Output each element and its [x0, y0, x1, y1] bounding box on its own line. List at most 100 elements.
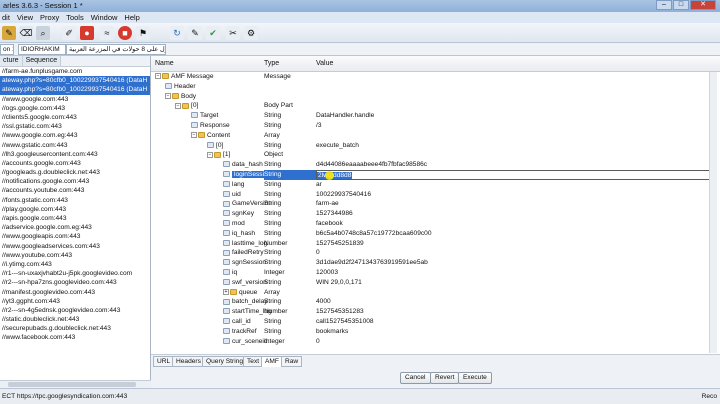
url-list-item[interactable]: //r2---sn-4g5ednsk.googlevideo.com:443 [0, 306, 150, 315]
column-value[interactable]: Value [316, 60, 333, 67]
expand-icon[interactable]: + [223, 288, 229, 295]
tree-row[interactable]: Target String DataHandler.handle [151, 111, 717, 121]
tree-row[interactable]: Response String/3 [151, 121, 717, 131]
url-list-item[interactable]: //www.gstatic.com:443 [0, 141, 150, 150]
url-list-item[interactable]: //farm-ae.funplusgame.com [0, 67, 150, 76]
tree-row[interactable]: loginSession String 2lwqjdd8d8 [151, 169, 717, 180]
tree-row[interactable]: uid String 100229937540416 [151, 190, 717, 200]
url-list-item[interactable]: //i.ytimg.com:443 [0, 260, 150, 269]
url-list-item[interactable]: //clients5.google.com:443 [0, 113, 150, 122]
menu-tools[interactable]: Tools [66, 12, 84, 23]
tab-session-idiorhakim[interactable]: IDIORHAKIM [18, 44, 66, 55]
url-list-item[interactable]: //apis.google.com:443 [0, 214, 150, 223]
edit-icon[interactable]: ✎ [188, 26, 202, 40]
tree-row[interactable]: − Body [151, 92, 717, 102]
search-icon[interactable]: ⌕ [36, 26, 50, 40]
url-list-item[interactable]: //googleads.g.doubleclick.net:443 [0, 168, 150, 177]
menu-view[interactable]: View [17, 12, 33, 23]
breakpoint-icon[interactable]: ⚑ [136, 26, 150, 40]
menu-help[interactable]: Help [124, 12, 139, 23]
tree-row[interactable]: lang String ar [151, 180, 717, 190]
tree-row[interactable]: cur_sceneid Integer 0 [151, 337, 717, 347]
tab-amf[interactable]: AMF [261, 356, 283, 367]
tab-headers[interactable]: Headers [172, 356, 205, 367]
url-list-item[interactable]: //notifications.google.com:443 [0, 177, 150, 186]
throttle-icon[interactable]: ≈ [100, 26, 114, 40]
tab-raw[interactable]: Raw [281, 356, 303, 367]
pen-icon[interactable]: ✐ [62, 26, 76, 40]
url-list-item[interactable]: //adservice.google.com.eg:443 [0, 223, 150, 232]
collapse-icon[interactable]: − [165, 92, 171, 99]
collapse-icon[interactable]: − [155, 73, 161, 80]
url-list-item[interactable]: //securepubads.g.doubleclick.net:443 [0, 324, 150, 333]
tree-row[interactable]: lasttime_log Number 1527545251839 [151, 239, 717, 249]
url-list-item[interactable]: //fonts.gstatic.com:443 [0, 196, 150, 205]
check-icon[interactable]: ✔ [206, 26, 220, 40]
cancel-button[interactable]: Cancel [400, 372, 431, 384]
revert-button[interactable]: Revert [430, 372, 460, 384]
execute-button[interactable]: Execute [458, 372, 492, 384]
collapse-icon[interactable]: − [207, 151, 213, 158]
tree-row[interactable]: mod String facebook [151, 219, 717, 229]
stop-icon[interactable]: ■ [118, 26, 132, 40]
url-list-item[interactable]: //manifest.googlevideo.com:443 [0, 288, 150, 297]
gear-icon[interactable]: ⚙ [244, 26, 258, 40]
tools-icon[interactable]: ✂ [226, 26, 240, 40]
tab-structure[interactable]: cture [0, 56, 23, 66]
tree-row[interactable]: failedRetry String 0 [151, 248, 717, 258]
tab-query-string[interactable]: Query String [202, 356, 248, 367]
tab-session-1[interactable]: on 1 [0, 44, 14, 55]
url-list-item[interactable]: //www.googleapis.com:443 [0, 232, 150, 241]
tree-row[interactable]: batch_delay String 4000 [151, 297, 717, 307]
menu-window[interactable]: Window [91, 12, 118, 23]
url-list-item[interactable]: //r1---sn-uxaxjvhabt2u-j5pk.googlevideo.… [0, 269, 150, 278]
refresh-icon[interactable]: ↻ [170, 26, 184, 40]
menu-proxy[interactable]: Proxy [40, 12, 59, 23]
maximize-button[interactable]: □ [673, 0, 689, 10]
tree-row[interactable]: sgnSession String 3d1dae9d2f24713437639195… [151, 258, 717, 268]
horizontal-scrollbar[interactable] [0, 380, 151, 388]
url-list-item[interactable]: //ogs.google.com:443 [0, 104, 150, 113]
url-list-item[interactable]: //play.google.com:443 [0, 205, 150, 214]
tree-row[interactable]: − [1] Object [151, 150, 717, 160]
url-list-item[interactable]: //www.googleadservices.com:443 [0, 242, 150, 251]
menu-edit[interactable]: dit [2, 12, 10, 23]
tree-row[interactable]: + queue Array [151, 288, 717, 298]
tree-row[interactable]: GameVersion String farm-ae [151, 199, 717, 209]
tree-row[interactable]: data_hash String d4d44086eaaaabeee4fb7fbfa… [151, 160, 717, 170]
url-list-item[interactable]: //accounts.youtube.com:443 [0, 186, 150, 195]
close-button[interactable]: ✕ [690, 0, 716, 10]
tree-row[interactable]: swf_version String WIN 29,0,0,171 [151, 278, 717, 288]
url-list-item[interactable]: //lh3.googleusercontent.com:443 [0, 150, 150, 159]
column-type[interactable]: Type [264, 60, 279, 67]
url-list-item[interactable]: //accounts.google.com:443 [0, 159, 150, 168]
tree-row[interactable]: − [0] Body Part [151, 101, 717, 111]
tab-session-arabic[interactable]: ابواء الذات كلا والحصول على 8 حولات في ا… [66, 44, 166, 55]
tree-row[interactable]: − Content Array [151, 131, 717, 141]
tree-row[interactable]: sgnKey String 1527344986 [151, 209, 717, 219]
broom-icon[interactable]: ✎ [2, 26, 16, 40]
tree-row[interactable]: iq_hash String b6c5a4b0748c8a57c19772bcaa6… [151, 229, 717, 239]
url-list-item[interactable]: //www.google.com:443 [0, 95, 150, 104]
url-list-item[interactable]: //r2---sn-hpa7zns.googlevideo.com:443 [0, 278, 150, 287]
tree-row[interactable]: Header [151, 82, 717, 92]
tree-row[interactable]: call_id String call1527545351008 [151, 317, 717, 327]
value-edit-field[interactable]: 2lwqjdd8d8 [316, 169, 716, 180]
url-list-item[interactable]: //www.youtube.com:443 [0, 251, 150, 260]
column-name[interactable]: Name [155, 60, 174, 67]
scrollbar-thumb[interactable] [8, 382, 136, 387]
collapse-icon[interactable]: − [191, 132, 197, 139]
tree-row[interactable]: iq Integer 120003 [151, 268, 717, 278]
tree-row[interactable]: − AMF Message Message [151, 72, 717, 82]
trash-icon[interactable]: ⌫ [19, 26, 33, 40]
collapse-icon[interactable]: − [175, 102, 181, 109]
url-list-item[interactable]: ateway.php?s=80cfb0_100229937540416 (Dat… [0, 85, 150, 95]
url-list-item[interactable]: //static.doubleclick.net:443 [0, 315, 150, 324]
url-list-item[interactable]: //ssl.gstatic.com:443 [0, 122, 150, 131]
tree-row[interactable]: startTime_log Number 1527545351283 [151, 307, 717, 317]
vertical-scrollbar[interactable] [709, 72, 717, 353]
url-list-item[interactable]: //www.facebook.com:443 [0, 333, 150, 342]
tree-row[interactable]: [0] String execute_batch [151, 141, 717, 151]
url-list-item[interactable]: ateway.php?s=80cfb0_100229937540416 (Dat… [0, 76, 150, 86]
url-list-item[interactable]: //www.google.com.eg:443 [0, 131, 150, 140]
